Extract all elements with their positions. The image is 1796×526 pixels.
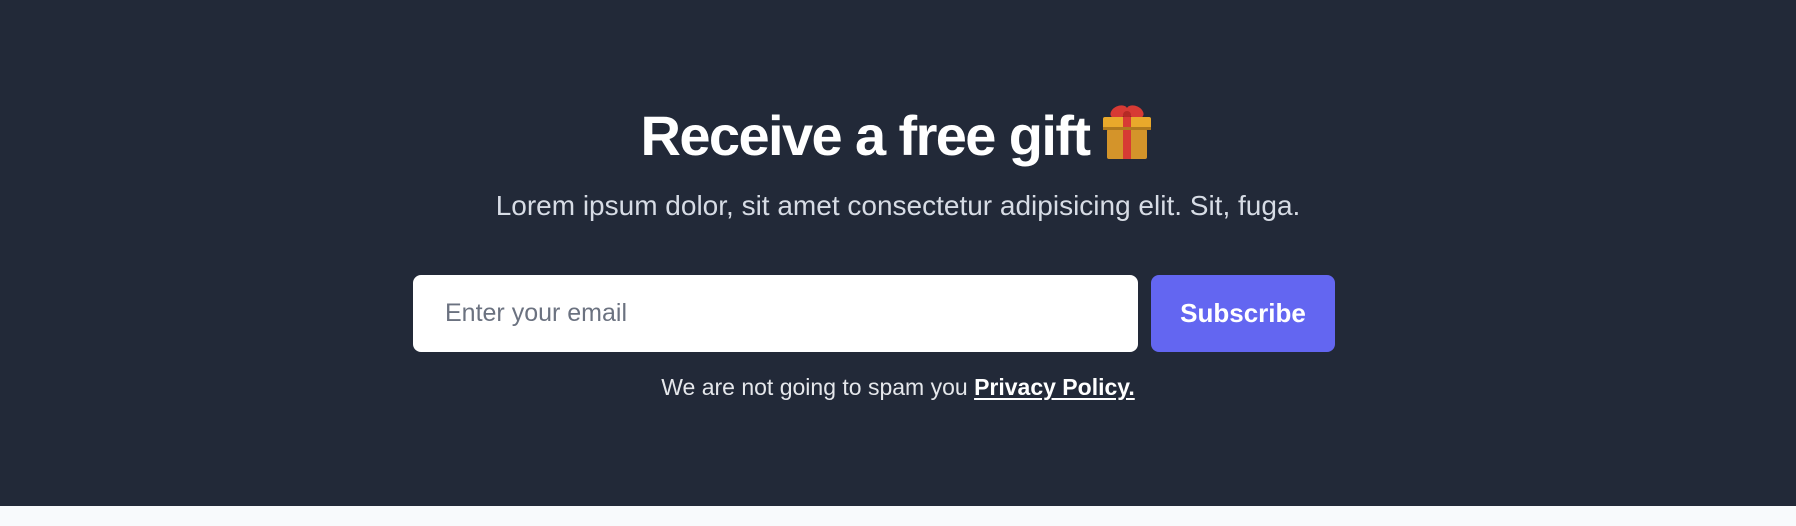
title-text: Receive a free gift (640, 104, 1092, 167)
subtitle: Lorem ipsum dolor, sit amet consectetur … (495, 190, 1301, 221)
subscribe-button[interactable]: Subscribe (1151, 275, 1335, 352)
disclaimer-text: We are not going to spam you (661, 374, 968, 400)
spam-disclaimer: We are not going to spam you Privacy Pol… (0, 372, 1796, 402)
email-input[interactable] (413, 275, 1138, 352)
page-title: Receive a free gift (0, 98, 1796, 174)
gift-icon (1103, 105, 1152, 159)
newsletter-section: Receive a free gift Lorem ipsum dolor, s… (0, 0, 1796, 506)
privacy-policy-link[interactable]: Privacy Policy. (974, 374, 1135, 400)
